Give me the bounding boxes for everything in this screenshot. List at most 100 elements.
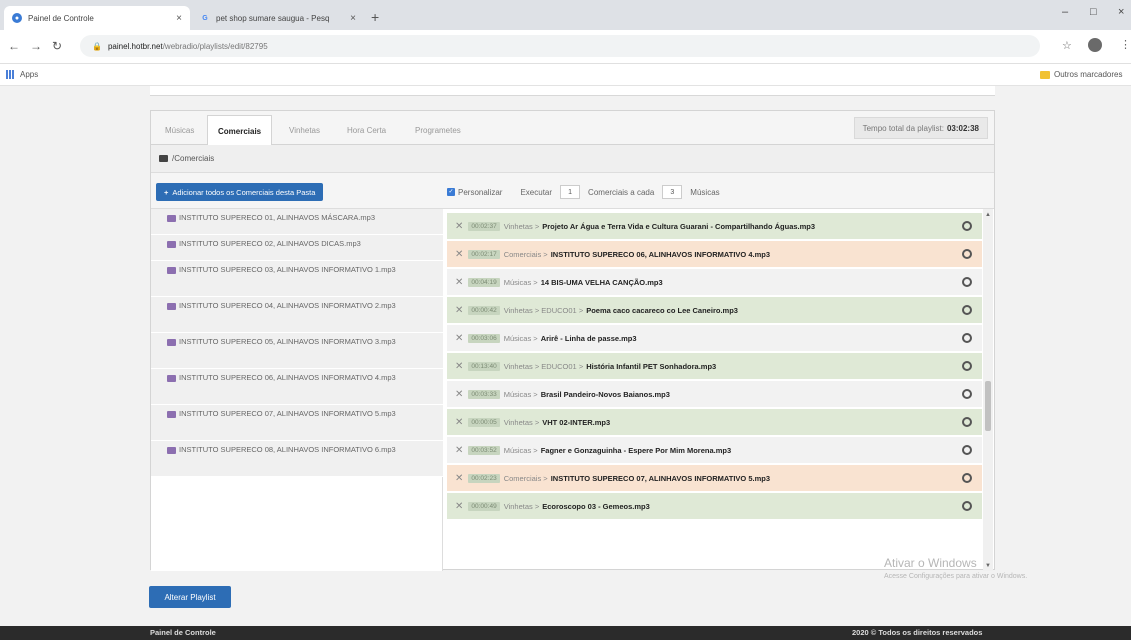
table-row[interactable]: ✕ 00:03:52 Músicas > Fagner e Gonzaguinha -… bbox=[447, 437, 982, 464]
remove-icon[interactable]: ✕ bbox=[455, 389, 463, 400]
forward-icon[interactable]: → bbox=[30, 39, 42, 53]
table-row[interactable]: ✕ 00:02:23 Comerciais > INSTITUTO SUPERECO … bbox=[447, 465, 982, 492]
remove-icon[interactable]: ✕ bbox=[455, 249, 463, 260]
cada-input[interactable]: 3 bbox=[662, 185, 683, 199]
minimize-button[interactable]: – bbox=[1062, 6, 1068, 18]
table-row[interactable]: ✕ 00:04:19 Músicas >14 BIS-UMA VELHA CANÇÃ… bbox=[447, 269, 982, 296]
list-item[interactable]: INSTITUTO SUPERECO 03, ALINHAVOS INFORMA… bbox=[151, 261, 443, 297]
list-item[interactable]: INSTITUTO SUPERECO 02, ALINHAVOS DICAS.m… bbox=[151, 235, 443, 261]
close-window-button[interactable]: × bbox=[1118, 6, 1124, 18]
clock-icon[interactable] bbox=[962, 501, 972, 511]
remove-icon[interactable]: ✕ bbox=[455, 417, 463, 428]
list-item[interactable]: INSTITUTO SUPERECO 01, ALINHAVOS MÁSCARA… bbox=[151, 209, 443, 235]
musicas-label: Músicas bbox=[690, 187, 720, 197]
list-item[interactable]: INSTITUTO SUPERECO 06, ALINHAVOS INFORMA… bbox=[151, 369, 443, 405]
profile-avatar[interactable] bbox=[1088, 38, 1102, 52]
save-playlist-button[interactable]: Alterar Playlist bbox=[149, 586, 231, 608]
bookmark-apps-label: Apps bbox=[20, 70, 39, 79]
track-category: Comerciais > bbox=[503, 473, 548, 483]
url-input[interactable]: 🔒 painel.hotbr.net /webradio/playlists/e… bbox=[80, 35, 1040, 57]
globe-icon: ● bbox=[12, 13, 22, 23]
controls-row: + Adicionar todos os Comerciais desta Pa… bbox=[151, 173, 994, 209]
tab-programetes[interactable]: Programetes bbox=[405, 115, 471, 145]
remove-icon[interactable]: ✕ bbox=[455, 333, 463, 344]
clock-icon[interactable] bbox=[962, 249, 972, 259]
new-tab-button[interactable]: + bbox=[371, 9, 379, 25]
table-row[interactable]: ✕ 00:00:05 Vinhetas > VHT 02-INTER.mp3 bbox=[447, 409, 982, 436]
folder-icon bbox=[1040, 70, 1050, 79]
tab-vinhetas[interactable]: Vinhetas bbox=[279, 115, 330, 145]
clock-icon[interactable] bbox=[962, 361, 972, 371]
duration-badge: 00:13:40 bbox=[468, 361, 500, 371]
bookmark-apps[interactable]: Apps bbox=[6, 70, 38, 79]
tab-hora-certa[interactable]: Hora Certa bbox=[337, 115, 396, 145]
windows-activation-watermark: Ativar o Windows Acesse Configurações pa… bbox=[884, 556, 1027, 580]
star-icon[interactable]: ☆ bbox=[1062, 39, 1072, 52]
clock-icon[interactable] bbox=[962, 473, 972, 483]
back-icon[interactable]: ← bbox=[8, 39, 20, 53]
tab-comerciais[interactable]: Comerciais bbox=[207, 115, 273, 146]
browser-tab-title: pet shop sumare saugua - Pesq bbox=[216, 13, 330, 23]
remove-icon[interactable]: ✕ bbox=[455, 221, 463, 232]
url-path: /webradio/playlists/edit/82795 bbox=[162, 41, 268, 51]
remove-icon[interactable]: ✕ bbox=[455, 305, 463, 316]
track-file: INSTITUTO SUPERECO 07, ALINHAVOS INFORMA… bbox=[550, 473, 771, 483]
clock-icon[interactable] bbox=[962, 445, 972, 455]
clock-icon[interactable] bbox=[962, 221, 972, 231]
track-file: Fagner e Gonzaguinha - Espere Por Mim Mo… bbox=[540, 445, 732, 455]
total-time-value: 03:02:38 bbox=[946, 123, 979, 133]
executar-input[interactable]: 1 bbox=[560, 185, 581, 199]
personalizar-checkbox[interactable]: ✓ bbox=[447, 188, 455, 196]
close-icon[interactable]: × bbox=[176, 13, 182, 24]
remove-icon[interactable]: ✕ bbox=[455, 361, 463, 372]
table-row[interactable]: ✕ 00:02:37 Vinhetas > Projeto Ar Água e Ter… bbox=[447, 213, 982, 240]
list-item[interactable]: INSTITUTO SUPERECO 07, ALINHAVOS INFORMA… bbox=[151, 405, 443, 441]
maximize-button[interactable]: □ bbox=[1090, 6, 1097, 18]
table-row[interactable]: ✕ 00:13:40 Vinhetas > EDUCO01 > História In… bbox=[447, 353, 982, 380]
track-category: Vinhetas > EDUCO01 > bbox=[503, 361, 584, 371]
clock-icon[interactable] bbox=[962, 417, 972, 427]
list-item[interactable]: INSTITUTO SUPERECO 08, ALINHAVOS INFORMA… bbox=[151, 441, 443, 477]
clock-icon[interactable] bbox=[962, 305, 972, 315]
table-row[interactable]: ✕ 00:03:33 Músicas > Brasil Pandeiro-Novos … bbox=[447, 381, 982, 408]
remove-icon[interactable]: ✕ bbox=[455, 445, 463, 456]
add-all-commercials-button[interactable]: + Adicionar todos os Comerciais desta Pa… bbox=[156, 183, 324, 201]
playlist-scrollbar[interactable]: ▲ ▼ bbox=[983, 209, 993, 571]
track-category: Vinhetas > bbox=[503, 501, 540, 511]
menu-dots-icon[interactable]: ⋮ bbox=[1120, 38, 1131, 51]
tab-musicas[interactable]: Músicas bbox=[155, 115, 204, 145]
audio-file-icon bbox=[167, 302, 176, 310]
personalizar-label: Personalizar bbox=[458, 187, 503, 197]
table-row[interactable]: ✕ 00:00:42 Vinhetas > EDUCO01 > Poema caco … bbox=[447, 297, 982, 324]
remove-icon[interactable]: ✕ bbox=[455, 277, 463, 288]
browser-tabbar: ● Painel de Controle × G pet shop sumare… bbox=[0, 0, 1131, 30]
google-icon: G bbox=[202, 14, 208, 22]
list-item[interactable]: INSTITUTO SUPERECO 04, ALINHAVOS INFORMA… bbox=[151, 297, 443, 333]
duration-badge: 00:02:23 bbox=[468, 473, 500, 483]
scrollbar-thumb[interactable] bbox=[985, 381, 991, 431]
browser-tab-painel[interactable]: ● Painel de Controle × bbox=[4, 6, 190, 30]
browser-tab-search[interactable]: G pet shop sumare saugua - Pesq × bbox=[192, 6, 364, 30]
address-bar: ← → ↻ 🔒 painel.hotbr.net /webradio/playl… bbox=[0, 30, 1131, 64]
clock-icon[interactable] bbox=[962, 333, 972, 343]
list-item[interactable]: INSTITUTO SUPERECO 05, ALINHAVOS INFORMA… bbox=[151, 333, 443, 369]
track-category: Vinhetas > EDUCO01 > bbox=[503, 305, 584, 315]
scroll-up-icon[interactable]: ▲ bbox=[985, 212, 991, 218]
table-row[interactable]: ✕ 00:03:06 Músicas > Arirê - Linha de passe… bbox=[447, 325, 982, 352]
remove-icon[interactable]: ✕ bbox=[455, 473, 463, 484]
reload-icon[interactable]: ↻ bbox=[52, 39, 62, 53]
close-icon[interactable]: × bbox=[350, 13, 356, 24]
table-row[interactable]: ✕ 00:02:17 Comerciais > INSTITUTO SUPERECO … bbox=[447, 241, 982, 268]
audio-file-icon bbox=[167, 240, 176, 248]
clock-icon[interactable] bbox=[962, 277, 972, 287]
commercial-file: INSTITUTO SUPERECO 03, ALINHAVOS INFORMA… bbox=[179, 265, 396, 274]
remove-icon[interactable]: ✕ bbox=[455, 501, 463, 512]
track-file: Poema caco cacareco co Lee Caneiro.mp3 bbox=[586, 305, 738, 315]
table-row[interactable]: ✕ 00:00:49 Vinhetas > Ecoroscopo 03 - Gemeo… bbox=[447, 493, 982, 520]
duration-badge: 00:00:49 bbox=[468, 501, 500, 511]
bookmark-other[interactable]: Outros marcadores bbox=[1040, 70, 1122, 79]
track-file: INSTITUTO SUPERECO 06, ALINHAVOS INFORMA… bbox=[550, 249, 771, 259]
watermark-subtitle: Acesse Configurações para ativar o Windo… bbox=[884, 573, 1028, 580]
folder-path[interactable]: /Comerciais bbox=[172, 154, 214, 163]
clock-icon[interactable] bbox=[962, 389, 972, 399]
